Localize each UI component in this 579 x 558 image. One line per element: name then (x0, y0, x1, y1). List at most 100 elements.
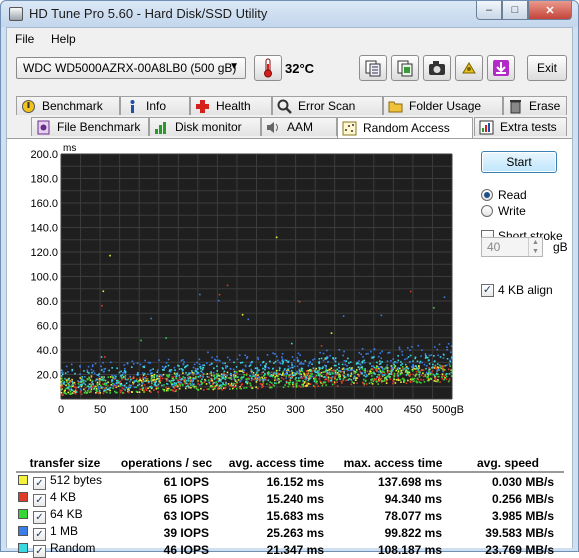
tab-info[interactable]: Info (120, 96, 190, 115)
data-point (175, 377, 178, 380)
data-point (201, 375, 204, 378)
tab-strip: Benchmark Info Health Error Scan Folder … (7, 96, 572, 140)
data-point (98, 375, 101, 378)
data-point (246, 380, 249, 383)
data-point (184, 365, 187, 368)
data-point (200, 367, 202, 370)
data-point (162, 388, 164, 391)
data-point (420, 374, 423, 376)
tab-error-scan[interactable]: Error Scan (272, 96, 383, 115)
data-point (448, 363, 451, 365)
data-point (288, 370, 291, 373)
data-point (210, 371, 212, 373)
data-point (310, 370, 312, 373)
data-point (302, 375, 305, 378)
data-point (189, 382, 191, 385)
read-radio[interactable] (481, 189, 493, 201)
data-point (273, 382, 276, 384)
data-point (443, 378, 445, 381)
copy-text-button[interactable] (359, 55, 387, 81)
data-point (320, 382, 323, 384)
menu-help[interactable]: Help (51, 32, 76, 46)
data-point (390, 365, 393, 368)
write-radio[interactable] (481, 205, 493, 217)
data-point (296, 380, 298, 382)
short-stroke-stepper[interactable]: 40 ▲ ▼ (481, 237, 543, 257)
series-checkbox[interactable]: ✓ (33, 511, 46, 524)
data-point (396, 361, 398, 364)
series-checkbox[interactable]: ✓ (33, 477, 46, 490)
close-button[interactable]: ✕ (528, 1, 572, 20)
exit-button[interactable]: Exit (527, 55, 567, 81)
screenshot-button[interactable] (423, 55, 451, 81)
data-point (166, 374, 168, 376)
align-checkbox[interactable]: ✓ (481, 284, 494, 297)
tab-disk-monitor[interactable]: Disk monitor (149, 117, 261, 136)
data-point (366, 370, 369, 373)
title-bar[interactable]: HD Tune Pro 5.60 - Hard Disk/SSD Utility… (1, 1, 578, 27)
data-point (87, 385, 90, 388)
data-point (98, 388, 100, 390)
data-point (111, 379, 114, 381)
data-point (393, 377, 395, 380)
minimize-button[interactable]: – (476, 1, 502, 20)
data-point (444, 364, 447, 367)
data-point (392, 382, 394, 385)
temperature-button[interactable] (254, 55, 282, 81)
data-point (222, 377, 224, 380)
data-point (74, 383, 76, 386)
data-point (270, 382, 273, 384)
data-point (347, 369, 350, 372)
data-point (434, 376, 436, 378)
data-point (60, 375, 63, 377)
data-point (99, 384, 102, 387)
tab-erase[interactable]: Erase (503, 96, 567, 115)
series-checkbox[interactable]: ✓ (33, 494, 46, 507)
data-point (325, 365, 327, 367)
data-point (333, 381, 336, 384)
download-button[interactable] (487, 55, 515, 81)
data-point (106, 391, 108, 394)
tab-aam[interactable]: AAM (261, 117, 337, 136)
x-tick-label: 0 (58, 404, 64, 416)
data-point (401, 363, 404, 365)
data-point (221, 388, 224, 391)
data-point (315, 374, 318, 377)
data-point (433, 380, 436, 382)
maximize-button[interactable]: □ (502, 1, 528, 20)
data-point (235, 376, 237, 378)
menu-file[interactable]: File (15, 32, 34, 46)
tab-random-access[interactable]: Random Access (337, 117, 473, 138)
data-point (93, 372, 96, 375)
start-button[interactable]: Start (481, 151, 557, 173)
avg-speed-cell: 3.985 MB/s (491, 508, 554, 523)
app-icon (9, 7, 23, 21)
tab-file-benchmark[interactable]: File Benchmark (31, 117, 149, 136)
data-point (339, 374, 341, 377)
data-point (377, 380, 380, 383)
data-point (229, 388, 231, 390)
series-color-swatch (18, 475, 28, 485)
data-point (119, 383, 122, 386)
data-point (165, 389, 168, 392)
data-point (291, 364, 293, 366)
tab-error-scan-label: Error Scan (298, 99, 356, 113)
data-point (90, 376, 93, 379)
drive-select[interactable]: WDC WD5000AZRX-00A8LB0 (500 gB) ▼ (16, 57, 246, 79)
data-point (291, 342, 293, 345)
error-scan-icon (277, 99, 292, 114)
tab-folder-usage[interactable]: Folder Usage (383, 96, 503, 115)
copy-info-button[interactable] (391, 55, 419, 81)
data-point (365, 353, 368, 355)
data-point (380, 371, 382, 374)
series-checkbox[interactable]: ✓ (33, 528, 46, 541)
tab-extra-tests[interactable]: Extra tests (474, 117, 567, 136)
tab-benchmark[interactable]: Benchmark (16, 96, 120, 115)
data-point (235, 371, 238, 373)
data-point (312, 384, 315, 387)
data-point (297, 372, 300, 375)
tab-health[interactable]: Health (190, 96, 272, 115)
data-point (177, 381, 180, 383)
stepper-arrows-icon[interactable]: ▲ ▼ (528, 238, 542, 256)
options-button[interactable] (455, 55, 483, 81)
